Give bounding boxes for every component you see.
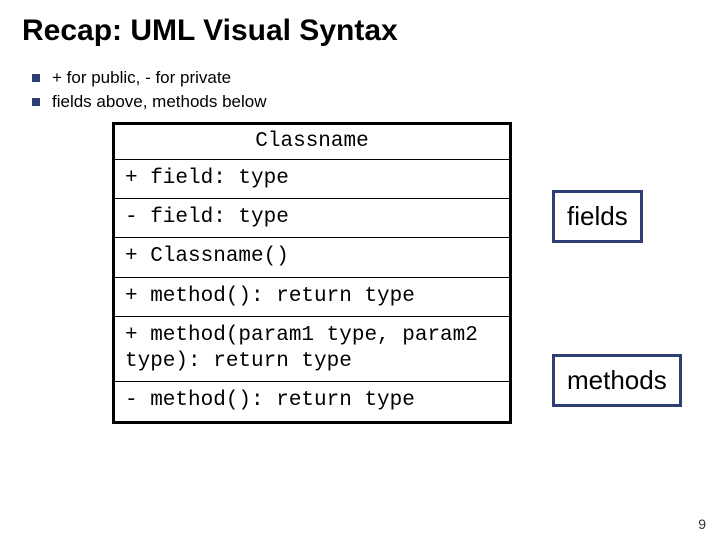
uml-method-row: + method(param1 type, param2 type): retu… xyxy=(115,317,509,383)
methods-label-box: methods xyxy=(552,354,682,407)
uml-method-row: + method(): return type xyxy=(115,278,509,317)
page-number: 9 xyxy=(698,516,706,532)
uml-classname: Classname xyxy=(115,125,509,160)
uml-field-row: + field: type xyxy=(115,160,509,199)
uml-class-box: Classname + field: type - field: type + … xyxy=(112,122,512,424)
bullet-item: + for public, - for private xyxy=(32,66,698,90)
bullet-square-icon xyxy=(32,74,40,82)
bullet-list: + for public, - for private fields above… xyxy=(32,66,698,114)
fields-label-box: fields xyxy=(552,190,643,243)
bullet-text: + for public, - for private xyxy=(52,66,231,90)
uml-method-row: - method(): return type xyxy=(115,382,509,420)
uml-method-row: + Classname() xyxy=(115,238,509,277)
slide-title: Recap: UML Visual Syntax xyxy=(22,14,698,48)
uml-field-row: - field: type xyxy=(115,199,509,238)
bullet-item: fields above, methods below xyxy=(32,90,698,114)
bullet-square-icon xyxy=(32,98,40,106)
bullet-text: fields above, methods below xyxy=(52,90,267,114)
uml-area: Classname + field: type - field: type + … xyxy=(112,122,698,424)
slide: Recap: UML Visual Syntax + for public, -… xyxy=(0,0,720,540)
